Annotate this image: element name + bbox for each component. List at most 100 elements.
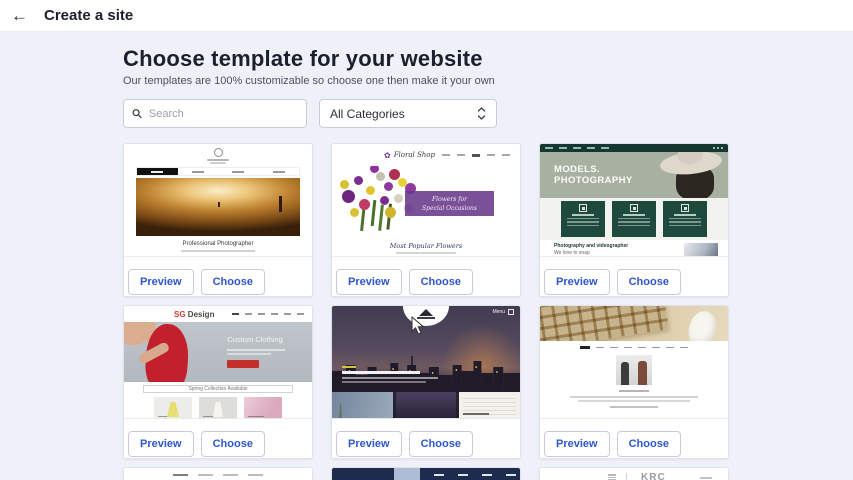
article-text: Photography and videographer We love to … [554,243,628,257]
back-arrow-icon[interactable]: ← [11,7,28,24]
search-input[interactable] [149,108,298,120]
thumb-nav-item [666,347,674,349]
thumb-caption: Most Popular Flowers [332,242,520,250]
template-thumbnail[interactable]: MODELS. PHOTOGRAPHY [540,144,728,257]
banner-line: Flowers for [405,195,493,204]
thumb-nav-links [434,474,516,476]
thumb-nav-item [580,346,590,349]
text-line [181,250,255,252]
template-card-professional-photographer: Professional Photographer Preview Choose [123,143,313,297]
choose-button[interactable]: Choose [409,269,473,295]
chevron-up-down-icon [477,107,486,120]
thumb-footer: Most Popular Flowers [332,240,520,257]
thumb-nav-item [587,147,595,149]
site-logo: KRC [641,472,666,480]
template-card-partial-1 [123,467,313,480]
thumb-nav-tab [218,168,259,175]
search-icon [132,108,142,119]
text-line [342,377,438,379]
gallery-thumb-statue [332,392,393,418]
choose-button[interactable]: Choose [409,431,473,457]
thumb-nav-item [248,474,263,476]
template-thumbnail[interactable]: Menu [332,306,520,419]
social-icons [713,147,723,149]
product-thumb [244,397,282,419]
site-logo: ✿ Floral Shop [384,151,435,160]
article-image [684,243,718,256]
product-row [124,397,312,419]
thumb-active-tab [394,468,420,480]
thumb-nav-tab [178,168,219,175]
choose-button[interactable]: Choose [617,269,681,295]
hero-photo-tulips: Flowers for Special Occasions [332,166,520,240]
product-thumb [154,397,192,419]
category-select[interactable]: All Categories [319,99,497,128]
hero-title: MODELS. PHOTOGRAPHY [554,164,633,187]
thumb-nav-item [502,154,510,156]
site-logo-text: Floral Shop [394,151,435,159]
thumb-nav-item [601,147,609,149]
thumb-navbar [136,167,300,176]
filter-bar: All Categories [123,99,853,128]
preview-button[interactable]: Preview [128,269,194,295]
template-card-models-photography: MODELS. PHOTOGRAPHY [539,143,729,297]
thumb-nav-item [482,474,492,476]
template-card-sg-design: SG Design Custom Clothing [123,305,313,459]
choose-button[interactable]: Choose [201,431,265,457]
text-line [619,390,649,392]
template-thumbnail[interactable] [124,468,312,480]
text-line [608,474,616,480]
template-card-partial-krc: KRC [539,467,729,480]
preview-button[interactable]: Preview [544,431,610,457]
thumb-nav-item [596,347,604,349]
search-box[interactable] [123,99,307,128]
thumb-navbar [232,313,304,315]
thumb-nav-item [271,313,278,315]
text-line [227,353,271,355]
text-line [207,159,229,161]
thumb-nav-item [173,474,188,476]
choose-button[interactable]: Choose [201,269,265,295]
thumb-nav-item [680,347,688,349]
template-thumbnail[interactable] [332,468,520,480]
template-thumbnail[interactable]: KRC [540,468,728,480]
feature-cards [540,198,728,240]
thumb-nav-item [652,347,660,349]
preview-button[interactable]: Preview [336,269,402,295]
section-subheading: Our templates are 100% customizable so c… [123,75,853,87]
thumb-nav-item [458,474,468,476]
thumb-nav-item [245,313,252,315]
choose-button[interactable]: Choose [617,431,681,457]
keyboard-graphic [540,306,669,341]
hero-photo-keyboard [540,306,728,341]
card-actions: Preview Choose [540,257,728,295]
feature-card [561,201,605,237]
camera-icon [579,204,587,212]
template-thumbnail[interactable]: SG Design Custom Clothing [124,306,312,419]
card-actions: Preview Choose [332,419,520,457]
preview-button[interactable]: Preview [544,269,610,295]
flower-stems [371,200,377,226]
mouse-graphic [685,308,721,341]
site-logo: SG Design [174,310,214,319]
thumb-header: ✿ Floral Shop [332,144,520,166]
thumb-nav-item [472,154,480,157]
thumb-nav-item [223,474,238,476]
thumb-button [200,256,236,257]
thumb-nav-item [545,147,553,149]
hero-photo-model-hat: MODELS. PHOTOGRAPHY [540,152,728,198]
flower-bouquet [384,182,393,191]
thumb-nav-item [457,154,465,156]
preview-button[interactable]: Preview [336,431,402,457]
mountain-logo-icon [419,309,433,316]
thumb-navbar [540,346,728,349]
text-line [396,252,456,254]
template-thumbnail[interactable] [540,306,728,419]
preview-button[interactable]: Preview [128,431,194,457]
template-thumbnail[interactable]: ✿ Floral Shop Flowers for [332,144,520,257]
template-thumbnail[interactable]: Professional Photographer [124,144,312,257]
menu-icon [508,309,514,315]
thumb-menu: Menu [492,309,514,315]
hero-banner: Flowers for Special Occasions [405,191,493,216]
hero-photo-red-dress: Custom Clothing [124,322,312,382]
